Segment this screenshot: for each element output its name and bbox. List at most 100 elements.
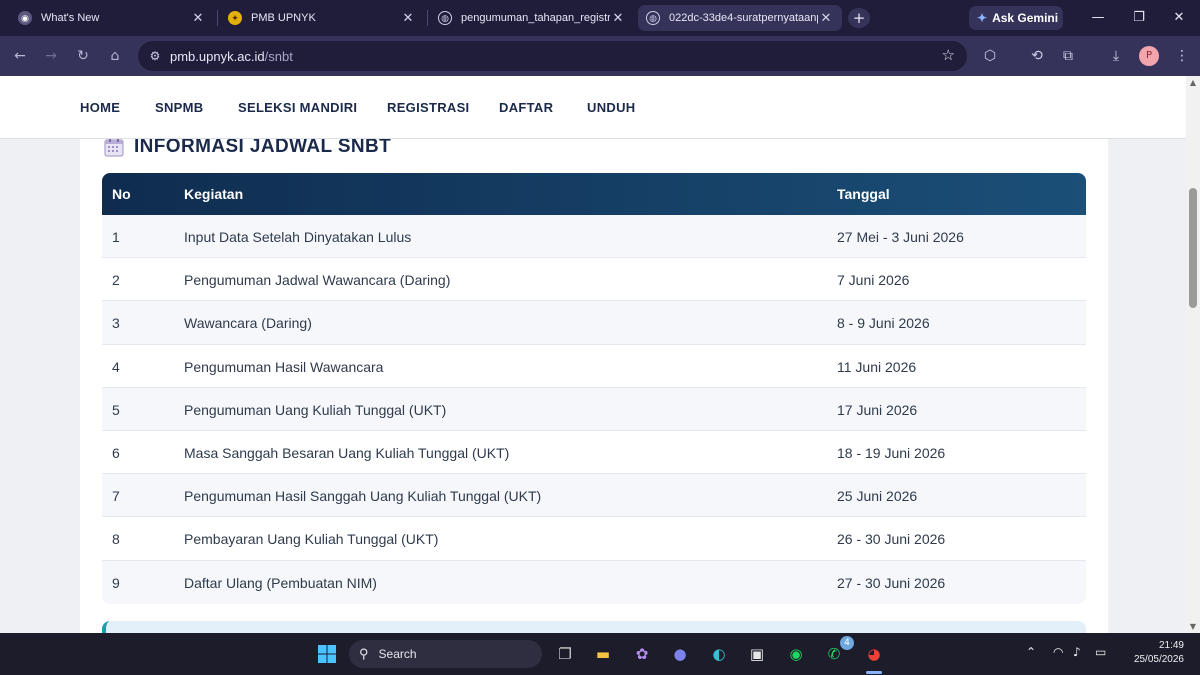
cell-no: 5: [112, 401, 120, 418]
show-hidden-icons-chevron-icon[interactable]: ⌃: [1026, 645, 1036, 659]
kebab-menu-icon[interactable]: ⋮: [1170, 44, 1194, 68]
battery-icon[interactable]: ▭: [1095, 645, 1106, 659]
copilot-icon[interactable]: ✿: [628, 640, 656, 668]
cell-tanggal: 8 - 9 Juni 2026: [837, 315, 930, 332]
system-clock[interactable]: 21:49 25/05/2026: [1120, 639, 1184, 667]
file-explorer-icon[interactable]: ▬: [589, 640, 617, 668]
cell-kegiatan: Input Data Setelah Dinyatakan Lulus: [184, 229, 412, 245]
chrome-taskbar-icon[interactable]: ◕: [860, 640, 888, 668]
url-path: /snbt: [264, 48, 293, 64]
nav-snpmb[interactable]: SNPMB: [155, 100, 203, 115]
table-body: 1 Input Data Setelah Dinyatakan Lulus 27…: [102, 215, 1086, 604]
spotify-icon[interactable]: ◉: [782, 640, 810, 668]
history-icon[interactable]: ⟲: [1025, 44, 1049, 68]
cell-tanggal: 18 - 19 Juni 2026: [837, 444, 946, 461]
close-window-icon[interactable]: ✕: [1168, 8, 1190, 28]
globe-icon: ◍: [438, 11, 452, 25]
task-view-icon[interactable]: ❐: [551, 640, 579, 668]
section-heading: INFORMASI JADWAL SNBT: [104, 136, 391, 158]
tab-whats-new[interactable]: ◉ What's New ✕: [10, 5, 214, 31]
nav-daftar[interactable]: DAFTAR: [499, 100, 553, 115]
tab-title: pengumuman_tahapan_registra: [461, 12, 610, 24]
header-tanggal: Tanggal: [837, 186, 890, 202]
windows-start-icon[interactable]: [313, 640, 341, 668]
table-row: 3 Wawancara (Daring) 8 - 9 Juni 2026: [102, 301, 1086, 345]
cell-kegiatan: Pengumuman Hasil Wawancara: [184, 358, 384, 375]
table-row: 5 Pengumuman Uang Kuliah Tunggal (UKT) 1…: [102, 387, 1086, 431]
site-info-icon[interactable]: ⚙: [146, 49, 164, 63]
upnyk-logo-icon: ✦: [228, 11, 242, 25]
wifi-icon[interactable]: ◠: [1053, 645, 1063, 659]
tab-title: 022dc-33de4-suratpernyataanp: [669, 12, 818, 24]
cell-kegiatan: Masa Sanggah Besaran Uang Kuliah Tunggal…: [184, 444, 510, 461]
tab-search-icon[interactable]: ⧉: [1056, 44, 1080, 68]
address-bar[interactable]: ⚙ pmb.upnyk.ac.id/snbt ☆: [138, 41, 967, 71]
cell-no: 8: [112, 531, 120, 548]
cell-tanggal: 27 Mei - 3 Juni 2026: [837, 229, 964, 245]
browser-tab-strip: ◉ What's New ✕ ✦ PMB UPNYK ✕ ◍ pengumuma…: [0, 0, 1200, 36]
calendar-icon: [104, 138, 124, 157]
close-tab-icon[interactable]: ✕: [400, 10, 416, 26]
table-row: 6 Masa Sanggah Besaran Uang Kuliah Tungg…: [102, 430, 1086, 475]
header-no: No: [112, 186, 131, 202]
nav-seleksi-mandiri[interactable]: SELEKSI MANDIRI: [238, 100, 357, 115]
active-app-indicator: [866, 671, 882, 674]
taskbar-search-label: Search: [378, 647, 417, 661]
cell-tanggal: 26 - 30 Juni 2026: [837, 531, 946, 548]
scrollbar-thumb[interactable]: [1189, 188, 1197, 308]
teams-icon[interactable]: ●: [666, 640, 694, 668]
tab-divider: [217, 10, 218, 26]
ask-gemini-button[interactable]: ✦ Ask Gemini: [969, 6, 1063, 30]
whatsapp-notification-badge: 4: [840, 636, 854, 650]
gemini-sparkle-icon: ✦: [977, 11, 988, 25]
scroll-down-arrow-icon[interactable]: ▼: [1186, 622, 1200, 631]
clock-date: 25/05/2026: [1133, 654, 1184, 665]
nav-unduh[interactable]: UNDUH: [587, 100, 635, 115]
whatsapp-icon[interactable]: ✆ 4: [820, 636, 854, 668]
extensions-icon[interactable]: ⬡: [978, 44, 1002, 68]
cell-tanggal: 11 Juni 2026: [837, 358, 917, 375]
download-icon[interactable]: ⤓: [1104, 44, 1128, 68]
volume-icon[interactable]: ♪: [1073, 645, 1081, 659]
cell-no: 2: [112, 272, 120, 289]
tab-title: PMB UPNYK: [251, 12, 316, 24]
cell-no: 3: [112, 315, 120, 332]
back-arrow-icon[interactable]: ←: [8, 44, 32, 68]
cell-kegiatan: Pembayaran Uang Kuliah Tunggal (UKT): [184, 531, 439, 548]
close-tab-icon[interactable]: ✕: [818, 10, 834, 26]
windows-taskbar: ⚲ Search ❐ ▬ ✿ ● ◐ ▣ ◉ ✆ 4 ◕ ⌃ ◠ ♪ ▭ 21:…: [0, 633, 1200, 675]
forward-arrow-icon[interactable]: →: [39, 44, 63, 68]
nav-home[interactable]: HOME: [80, 100, 120, 115]
new-tab-icon[interactable]: +: [848, 8, 870, 28]
site-navbar: HOME SNPMB SELEKSI MANDIRI REGISTRASI DA…: [0, 76, 1186, 139]
table-row: 7 Pengumuman Hasil Sanggah Uang Kuliah T…: [102, 474, 1086, 518]
maximize-icon[interactable]: ❐: [1128, 8, 1150, 28]
scroll-up-arrow-icon[interactable]: ▲: [1186, 78, 1200, 87]
tab-surat-pernyataan[interactable]: ◍ 022dc-33de4-suratpernyataanp ✕: [638, 5, 842, 31]
close-tab-icon[interactable]: ✕: [190, 10, 206, 26]
minimize-icon[interactable]: —: [1087, 8, 1109, 28]
page-scrollbar[interactable]: ▲ ▼: [1186, 76, 1200, 633]
globe-icon: ◍: [646, 11, 660, 25]
close-tab-icon[interactable]: ✕: [610, 10, 626, 26]
microsoft-store-icon[interactable]: ▣: [743, 640, 771, 668]
cell-kegiatan: Pengumuman Hasil Sanggah Uang Kuliah Tun…: [184, 488, 542, 505]
nav-registrasi[interactable]: REGISTRASI: [387, 100, 469, 115]
cell-tanggal: 7 Juni 2026: [837, 272, 910, 289]
tab-pmb-upnyk[interactable]: ✦ PMB UPNYK ✕: [220, 5, 424, 31]
cell-no: 9: [112, 574, 120, 591]
header-kegiatan: Kegiatan: [184, 186, 244, 202]
profile-avatar[interactable]: P: [1139, 46, 1159, 66]
edge-browser-icon[interactable]: ◐: [705, 640, 733, 668]
home-icon[interactable]: ⌂: [103, 44, 127, 68]
reload-icon[interactable]: ↻: [71, 44, 95, 68]
table-header-row: No Kegiatan Tanggal: [102, 173, 1086, 215]
cell-no: 7: [112, 488, 120, 505]
cell-tanggal: 27 - 30 Juni 2026: [837, 574, 946, 591]
clock-time: 21:49: [1158, 640, 1184, 651]
table-row: 8 Pembayaran Uang Kuliah Tunggal (UKT) 2…: [102, 517, 1086, 561]
taskbar-search[interactable]: ⚲ Search: [349, 640, 542, 668]
tab-pengumuman[interactable]: ◍ pengumuman_tahapan_registra ✕: [430, 5, 634, 31]
bookmark-star-icon[interactable]: ☆: [942, 46, 955, 64]
cell-no: 6: [112, 444, 120, 461]
